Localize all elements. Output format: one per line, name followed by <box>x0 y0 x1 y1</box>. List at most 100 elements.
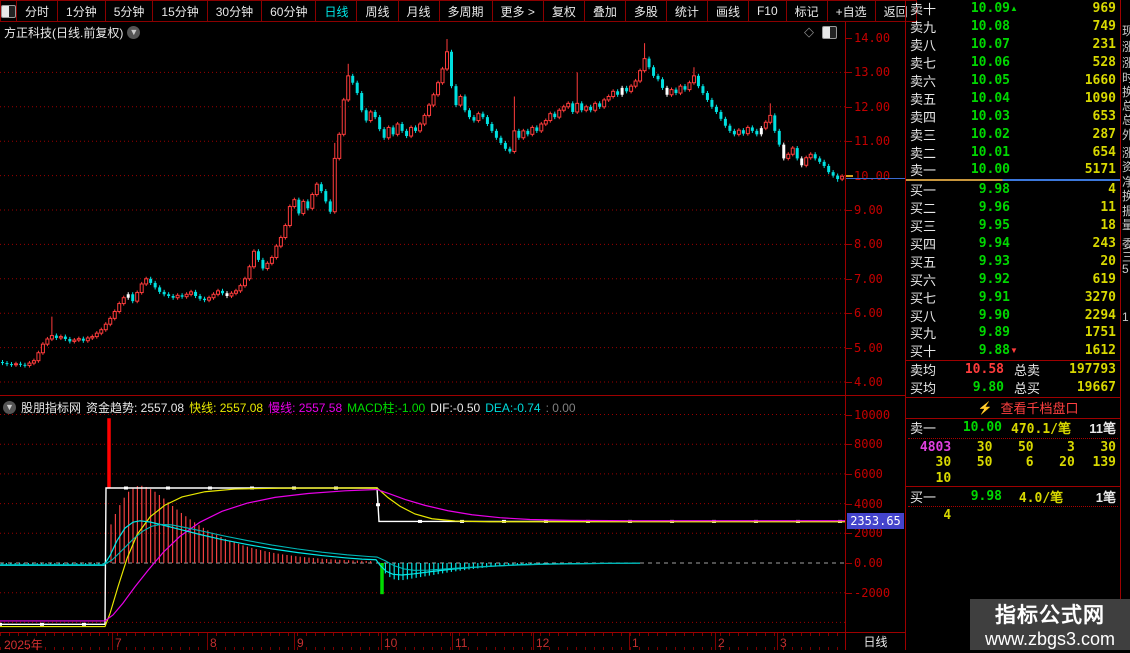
candle <box>238 283 243 293</box>
toolbar-item-5分钟[interactable]: 5分钟 <box>104 0 154 22</box>
price-tick <box>846 210 852 211</box>
candle <box>656 73 660 82</box>
clipped-glyph: 5 <box>1122 262 1129 276</box>
sell-level-row[interactable]: 卖三 10.02 287 <box>906 125 1120 143</box>
toolbar-item-周线[interactable]: 周线 <box>356 0 399 22</box>
tick-row: 4803 30 50 3 30 <box>906 440 1120 456</box>
month-label: 10 <box>384 636 398 650</box>
toolbar-item-标记[interactable]: 标记 <box>785 0 828 22</box>
buy-level-row[interactable]: 买四 9.94 243 <box>906 235 1120 253</box>
toolbar-item-分时[interactable]: 分时 <box>16 0 59 22</box>
toolbar-item-画线[interactable]: 画线 <box>706 0 749 22</box>
candle <box>472 115 476 123</box>
level-label: 买九 <box>910 326 937 342</box>
buy-level-row[interactable]: 买九 9.89 1751 <box>906 324 1120 342</box>
toolbar-item-多股[interactable]: 多股 <box>624 0 667 22</box>
toolbar-item-1分钟[interactable]: 1分钟 <box>57 0 106 22</box>
toolbar-item-30分钟[interactable]: 30分钟 <box>206 0 263 22</box>
buy-level-row[interactable]: 买五 9.93 20 <box>906 252 1120 270</box>
candle <box>503 140 507 151</box>
chevron-down-icon[interactable]: ▼ <box>127 26 141 39</box>
candle <box>620 85 624 97</box>
main-candlestick-chart[interactable]: 方正科技(日线.前复权) ▼ ◇ <box>0 22 845 395</box>
sell-level-row[interactable]: 卖四 10.03 653 <box>906 107 1120 125</box>
sell-level-row[interactable]: 卖九 10.08 749 <box>906 18 1120 36</box>
toolbar-item-日线[interactable]: 日线 <box>315 0 358 22</box>
sell-level-row[interactable]: 卖十 10.09 ▲ 969 <box>906 0 1120 18</box>
watermark-url: www.zbgs3.com <box>984 629 1116 649</box>
candle <box>611 89 616 99</box>
toolbar-item-+自选[interactable]: +自选 <box>826 0 876 22</box>
candle <box>306 199 310 211</box>
toolbar-item-多周期[interactable]: 多周期 <box>438 0 493 22</box>
avg-label: 买均 <box>910 381 937 397</box>
candle <box>351 73 355 85</box>
candle <box>566 101 571 109</box>
indicator-tick <box>846 414 852 416</box>
sell-level-row[interactable]: 卖六 10.05 1660 <box>906 72 1120 90</box>
deep-quote-link[interactable]: ⚡ 查看千档盘口 <box>906 398 1120 419</box>
buy-level-row[interactable]: 买十 9.88 ▼ 1612 <box>906 342 1120 360</box>
candle <box>301 199 306 216</box>
candle <box>283 223 288 240</box>
candle <box>391 125 395 137</box>
toolbar-item-叠加[interactable]: 叠加 <box>583 0 626 22</box>
level-label: 买八 <box>910 308 937 324</box>
layout-toggle-button[interactable] <box>0 0 17 22</box>
sell-level-row[interactable]: 卖一 10.00 5171 <box>906 161 1120 179</box>
split-pane-icon[interactable] <box>822 25 837 39</box>
price-axis-label: 5.00 <box>854 340 883 355</box>
toolbar-item-60分钟[interactable]: 60分钟 <box>261 0 317 22</box>
candle <box>759 126 763 137</box>
candle <box>27 361 32 368</box>
buy-level-row[interactable]: 买一 9.98 4 <box>906 181 1120 199</box>
buy-level-row[interactable]: 买八 9.90 2294 <box>906 306 1120 324</box>
candle <box>256 249 260 262</box>
candle <box>269 255 274 266</box>
tick-cell: 50 <box>976 455 993 471</box>
avg-label: 卖均 <box>910 363 937 379</box>
toolbar-item-15分钟[interactable]: 15分钟 <box>152 0 208 22</box>
tick-price: 9.98 <box>970 488 1002 504</box>
diamond-tool-icon[interactable]: ◇ <box>804 24 814 40</box>
toolbar-item-月线[interactable]: 月线 <box>397 0 440 22</box>
indicator-field-3: 慢线: 2557.58 <box>268 401 343 415</box>
toolbar-item-复权[interactable]: 复权 <box>542 0 585 22</box>
line-marker <box>82 622 86 626</box>
month-divider <box>294 633 295 650</box>
sell-level-row[interactable]: 卖七 10.06 528 <box>906 54 1120 72</box>
fast-line <box>0 487 845 628</box>
buy-level-row[interactable]: 买三 9.95 18 <box>906 217 1120 235</box>
toolbar-item-F10[interactable]: F10 <box>747 0 787 22</box>
month-label: 7 <box>115 636 122 650</box>
buy-level-row[interactable]: 买二 9.96 11 <box>906 199 1120 217</box>
year-label: 2025年 <box>4 638 43 652</box>
collapse-chevron-icon[interactable]: ▼ <box>3 401 16 414</box>
candle <box>745 125 750 136</box>
candle <box>669 87 674 97</box>
tick-cell: 4 <box>943 508 952 524</box>
toolbar-item-统计[interactable]: 统计 <box>665 0 708 22</box>
buy-level-row[interactable]: 买六 9.92 619 <box>906 270 1120 288</box>
candle <box>373 109 377 120</box>
sell-level-row[interactable]: 卖八 10.07 231 <box>906 36 1120 54</box>
period-box[interactable]: 日线 <box>845 632 905 650</box>
candle <box>418 121 423 133</box>
buy-average-row: 买均 9.80 总买 19667 <box>906 379 1120 397</box>
indicator-panel[interactable]: ▼ 股朋指标网 资金趋势: 2557.08 快线: 2557.08 慢线: 2557.… <box>0 395 845 632</box>
candle <box>584 104 589 113</box>
candle <box>786 152 791 161</box>
tick-cell <box>1034 508 1075 524</box>
buy-level-row[interactable]: 买七 9.91 3270 <box>906 288 1120 306</box>
sell-level-row[interactable]: 卖二 10.01 654 <box>906 143 1120 161</box>
candle <box>463 94 467 113</box>
level-price: 9.92 <box>978 271 1010 287</box>
toolbar-item-更多 >[interactable]: 更多 > <box>491 0 544 22</box>
dotted-separator <box>908 437 1118 439</box>
candle <box>535 125 539 133</box>
symbol-period-label: 方正科技(日线.前复权) <box>4 26 124 40</box>
price-axis-label: 14.00 <box>854 31 891 45</box>
sell-level-row[interactable]: 卖五 10.04 1090 <box>906 89 1120 107</box>
candle <box>773 113 777 133</box>
tick-cell: 10 <box>935 470 952 486</box>
